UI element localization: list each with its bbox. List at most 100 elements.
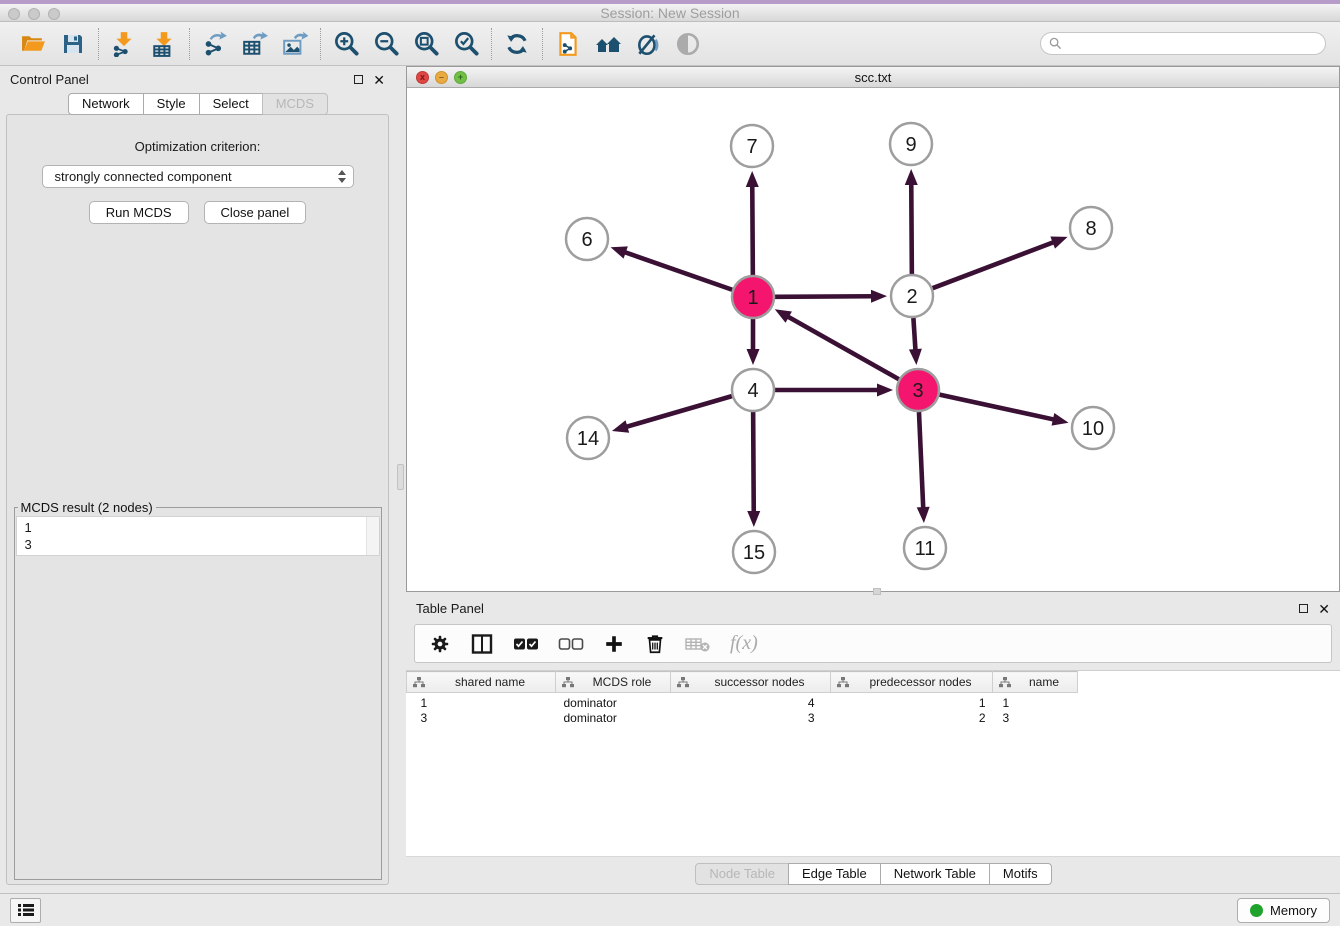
tab-network-table[interactable]: Network Table [880,863,990,885]
show-column-panel-icon[interactable] [470,632,494,656]
column-header-name[interactable]: name [993,672,1078,693]
table-cell[interactable]: 4 [671,693,831,711]
table-row[interactable]: 1dominator411 [407,693,1078,711]
vertical-splitter[interactable] [395,66,406,893]
graph-edge-1-6[interactable] [623,252,732,290]
control-panel-title: Control Panel [10,72,89,87]
result-scrollbar[interactable] [366,517,379,555]
main-toolbar [0,22,1340,66]
graph-edge-2-3[interactable] [913,318,915,352]
mcds-result-textarea[interactable]: 13 [16,516,380,556]
birds-eye-view-icon[interactable] [674,30,702,58]
table-cell[interactable]: dominator [556,693,671,711]
task-history-button[interactable] [10,898,41,923]
zoom-out-icon[interactable] [372,30,400,58]
table-cell[interactable]: 1 [831,693,993,711]
graph-edge-1-7[interactable] [752,184,753,275]
refresh-layout-icon[interactable] [503,30,531,58]
tab-select[interactable]: Select [199,93,263,115]
horizontal-splitter[interactable] [406,592,1340,595]
optimization-criterion-dropdown[interactable]: strongly connected component [42,165,354,188]
graph-node-label-15: 15 [743,542,765,564]
zoom-in-icon[interactable] [332,30,360,58]
table-cell[interactable]: 3 [993,710,1078,726]
table-cell[interactable]: 1 [993,693,1078,711]
graph-edge-3-1[interactable] [786,316,899,380]
select-all-columns-icon[interactable] [513,635,539,653]
column-header-label: name [1029,675,1059,689]
export-image-icon[interactable] [281,30,309,58]
graph-edge-3-10[interactable] [939,395,1055,420]
memory-button-label: Memory [1270,903,1317,918]
graph-edge-4-14[interactable] [624,396,731,427]
column-header-predecessor-nodes[interactable]: predecessor nodes [831,672,993,693]
graph-node-label-14: 14 [577,428,599,450]
tab-motifs[interactable]: Motifs [989,863,1052,885]
import-network-icon[interactable] [110,30,138,58]
table-panel-float-button[interactable] [1299,604,1308,613]
table-cell[interactable]: 3 [671,710,831,726]
network-canvas[interactable]: 7968124314101511 [407,88,1339,591]
search-field[interactable] [1040,32,1326,55]
optimization-criterion-label: Optimization criterion: [135,139,261,154]
graph-node-label-11: 11 [915,538,936,560]
open-session-icon[interactable] [19,30,47,58]
graph-edge-4-15[interactable] [753,412,754,514]
table-toolbar: f(x) [414,624,1332,663]
table-cell[interactable]: 2 [831,710,993,726]
search-input[interactable] [1066,36,1317,51]
graph-edge-2-8[interactable] [933,241,1056,288]
tab-node-table[interactable]: Node Table [695,863,789,885]
control-panel-tabbar: NetworkStyleSelectMCDS [0,93,395,115]
zoom-selected-icon[interactable] [452,30,480,58]
memory-button[interactable]: Memory [1237,898,1330,923]
column-header-mcds-role[interactable]: MCDS role [556,672,671,693]
function-builder-icon-disabled: f(x) [730,632,758,655]
export-network-icon[interactable] [201,30,229,58]
graph-edge-2-9[interactable] [911,182,912,274]
run-mcds-button[interactable]: Run MCDS [89,201,189,224]
graph-edge-arrowhead [747,349,760,365]
tab-style[interactable]: Style [143,93,200,115]
control-panel: Control Panel ✕ NetworkStyleSelectMCDS O… [0,66,395,893]
splitter-handle[interactable] [873,588,881,595]
network-window-title: scc.txt [407,70,1339,85]
tab-network[interactable]: Network [68,93,144,115]
table-cell[interactable]: 3 [407,710,556,726]
deselect-all-columns-icon[interactable] [558,635,584,653]
tab-edge-table[interactable]: Edge Table [788,863,881,885]
import-table-icon[interactable] [150,30,178,58]
graph-edge-1-2[interactable] [775,296,874,297]
dropdown-stepper-icon [338,170,346,183]
create-column-icon[interactable] [603,633,625,655]
home-network-icon[interactable] [594,30,622,58]
close-panel-button[interactable]: Close panel [204,201,307,224]
column-header-label: predecessor nodes [869,675,971,689]
graph-edge-3-11[interactable] [919,412,923,510]
graph-edge-arrowhead [877,384,893,397]
column-header-successor-nodes[interactable]: successor nodes [671,672,831,693]
table-panel-close-button[interactable]: ✕ [1318,602,1330,616]
table-row[interactable]: 3dominator323 [407,710,1078,726]
tab-mcds[interactable]: MCDS [262,93,328,115]
save-session-icon[interactable] [59,30,87,58]
control-panel-close-button[interactable]: ✕ [373,73,385,87]
export-table-icon[interactable] [241,30,269,58]
table-settings-gear-icon[interactable] [429,633,451,655]
column-header-shared-name[interactable]: shared name [407,672,556,693]
control-panel-float-button[interactable] [354,75,363,84]
graph-node-label-6: 6 [581,229,592,251]
table-cell[interactable]: dominator [556,710,671,726]
network-window-titlebar[interactable]: scc.txt x – + [407,67,1339,88]
table-cell[interactable]: 1 [407,693,556,711]
zoom-fit-icon[interactable] [412,30,440,58]
session-title: Session: New Session [0,5,1340,21]
delete-column-icon[interactable] [644,633,666,655]
hide-graphics-details-icon[interactable] [634,30,662,58]
mcds-result-line: 1 [25,519,371,536]
splitter-handle[interactable] [397,464,404,490]
graph-node-label-3: 3 [912,380,923,402]
mcds-result-line: 3 [25,536,371,553]
clone-network-icon[interactable] [554,30,582,58]
list-icon [17,902,35,918]
